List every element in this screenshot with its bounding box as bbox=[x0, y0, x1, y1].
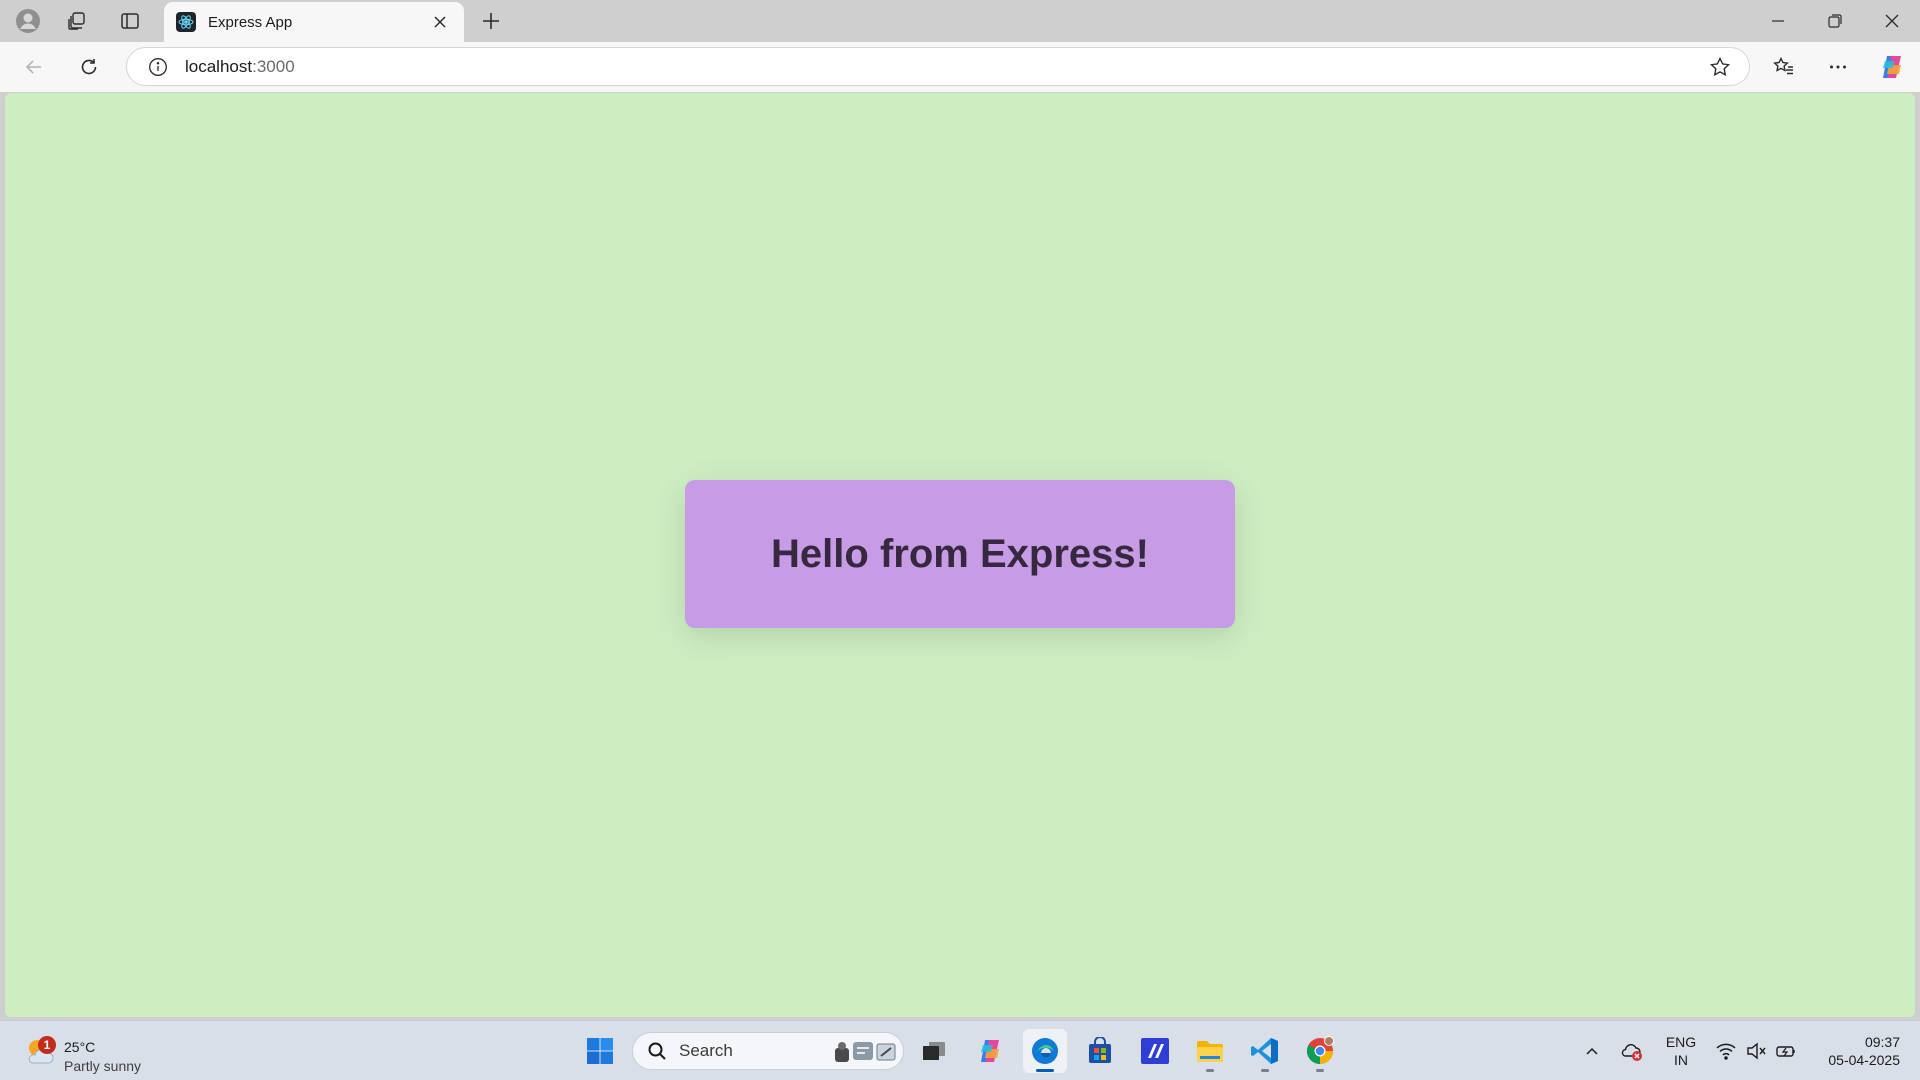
site-info-icon[interactable] bbox=[147, 56, 169, 78]
page-heading: Hello from Express! bbox=[771, 531, 1149, 576]
language-line2: IN bbox=[1674, 1052, 1688, 1068]
wifi-icon[interactable] bbox=[1714, 1039, 1738, 1063]
vscode-icon[interactable] bbox=[1243, 1029, 1287, 1073]
language-indicator[interactable]: ENG IN bbox=[1660, 1033, 1702, 1069]
url-text: localhost:3000 bbox=[185, 56, 295, 76]
restore-icon[interactable] bbox=[1806, 0, 1863, 42]
tab-express-app[interactable]: Express App bbox=[164, 2, 464, 42]
react-favicon-icon bbox=[176, 12, 196, 32]
ps-app-icon[interactable] bbox=[1133, 1029, 1177, 1073]
weather-badge: 1 bbox=[38, 1036, 56, 1054]
store-icon[interactable] bbox=[1078, 1029, 1122, 1073]
profile-avatar-icon[interactable] bbox=[8, 6, 48, 36]
file-explorer-icon[interactable] bbox=[1188, 1029, 1232, 1073]
task-view-icon[interactable] bbox=[912, 1029, 956, 1073]
more-options-icon[interactable] bbox=[1820, 49, 1856, 85]
new-tab-plus-icon[interactable] bbox=[474, 6, 508, 36]
page-viewport: Hello from Express! bbox=[5, 93, 1915, 1017]
weather-desc: Partly sunny bbox=[64, 1058, 142, 1074]
tab-title: Express App bbox=[208, 13, 293, 31]
active-indicator bbox=[1036, 1069, 1054, 1072]
windows-start-icon[interactable] bbox=[578, 1029, 622, 1073]
battery-charging-icon[interactable] bbox=[1774, 1039, 1798, 1063]
browser-titlebar: Express App bbox=[0, 0, 1920, 42]
running-indicator bbox=[1316, 1069, 1324, 1072]
tab-actions-icon[interactable] bbox=[110, 6, 150, 36]
browser-toolbar: localhost:3000 bbox=[0, 42, 1920, 92]
copilot-icon[interactable] bbox=[1874, 49, 1910, 85]
onedrive-error-icon[interactable] bbox=[1620, 1039, 1644, 1063]
chrome-icon[interactable] bbox=[1298, 1029, 1342, 1073]
edge-icon[interactable] bbox=[1023, 1029, 1067, 1073]
close-window-icon[interactable] bbox=[1863, 0, 1920, 42]
favorite-star-icon[interactable] bbox=[1709, 56, 1731, 78]
language-line1: ENG bbox=[1665, 1034, 1697, 1050]
refresh-icon[interactable] bbox=[71, 49, 107, 85]
running-indicator bbox=[1206, 1069, 1214, 1072]
back-arrow-icon[interactable] bbox=[16, 49, 52, 85]
clock-date: 05-04-2025 bbox=[1828, 1052, 1900, 1068]
volume-muted-icon[interactable] bbox=[1744, 1039, 1768, 1063]
running-indicator bbox=[1261, 1069, 1269, 1072]
copilot-app-icon[interactable] bbox=[968, 1029, 1012, 1073]
tab-close-icon[interactable] bbox=[428, 10, 452, 34]
hello-card: Hello from Express! bbox=[685, 480, 1235, 628]
system-clock[interactable]: 09:37 05-04-2025 bbox=[1800, 1033, 1900, 1069]
search-highlight-icon bbox=[835, 1042, 896, 1062]
weather-temp: 25°C bbox=[64, 1039, 96, 1055]
favorites-icon[interactable] bbox=[1766, 49, 1802, 85]
chevron-up-icon[interactable] bbox=[1580, 1039, 1604, 1063]
windows-taskbar: 1 25°C Partly sunny Search ENG IN 09:37 … bbox=[0, 1020, 1920, 1080]
address-bar[interactable]: localhost:3000 bbox=[126, 47, 1750, 86]
workspaces-icon[interactable] bbox=[57, 6, 97, 36]
search-label: Search bbox=[679, 1041, 733, 1060]
minimize-icon[interactable] bbox=[1749, 0, 1806, 42]
taskbar-search[interactable]: Search bbox=[632, 1032, 904, 1070]
clock-time: 09:37 bbox=[1864, 1034, 1900, 1050]
weather-widget[interactable]: 1 25°C Partly sunny bbox=[24, 1029, 174, 1074]
search-icon bbox=[648, 1042, 666, 1060]
